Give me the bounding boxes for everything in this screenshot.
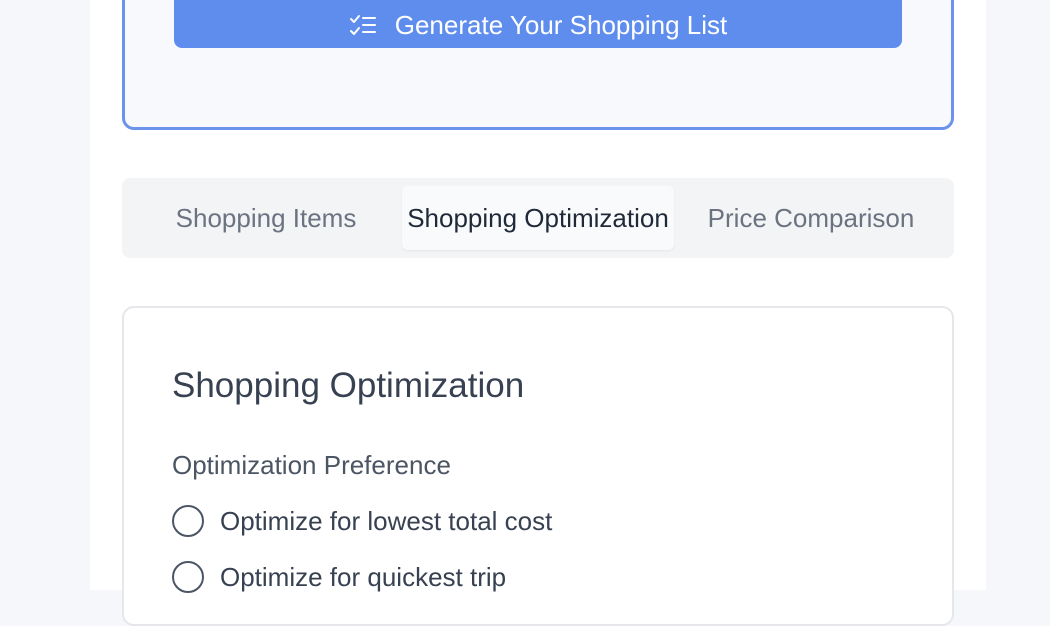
tab-label: Shopping Optimization	[407, 202, 669, 233]
page-container: Generate Your Shopping List Shopping Ite…	[90, 0, 986, 626]
option-lowest-cost[interactable]: Optimize for lowest total cost	[172, 504, 552, 538]
optimization-preference-label: Optimization Preference	[172, 450, 451, 480]
generate-shopping-list-button[interactable]: Generate Your Shopping List	[174, 0, 902, 48]
generate-button-label: Generate Your Shopping List	[394, 10, 728, 40]
tab-price-comparison[interactable]: Price Comparison	[676, 186, 946, 250]
radio-button[interactable]	[172, 505, 204, 537]
tab-bar: Shopping Items Shopping Optimization Pri…	[122, 178, 954, 258]
tab-shopping-items[interactable]: Shopping Items	[132, 186, 400, 250]
generate-panel: Generate Your Shopping List	[122, 0, 954, 130]
tab-shopping-optimization[interactable]: Shopping Optimization	[402, 186, 674, 250]
optimization-card: Shopping Optimization Optimization Prefe…	[122, 306, 954, 626]
option-label: Optimize for lowest total cost	[220, 505, 553, 536]
tab-label: Price Comparison	[707, 202, 915, 233]
checklist-icon	[349, 14, 377, 38]
radio-button[interactable]	[172, 561, 204, 593]
tab-label: Shopping Items	[175, 202, 357, 233]
option-label: Optimize for quickest trip	[220, 561, 507, 592]
card-title: Shopping Optimization	[172, 366, 525, 405]
option-quickest-trip[interactable]: Optimize for quickest trip	[172, 560, 506, 594]
